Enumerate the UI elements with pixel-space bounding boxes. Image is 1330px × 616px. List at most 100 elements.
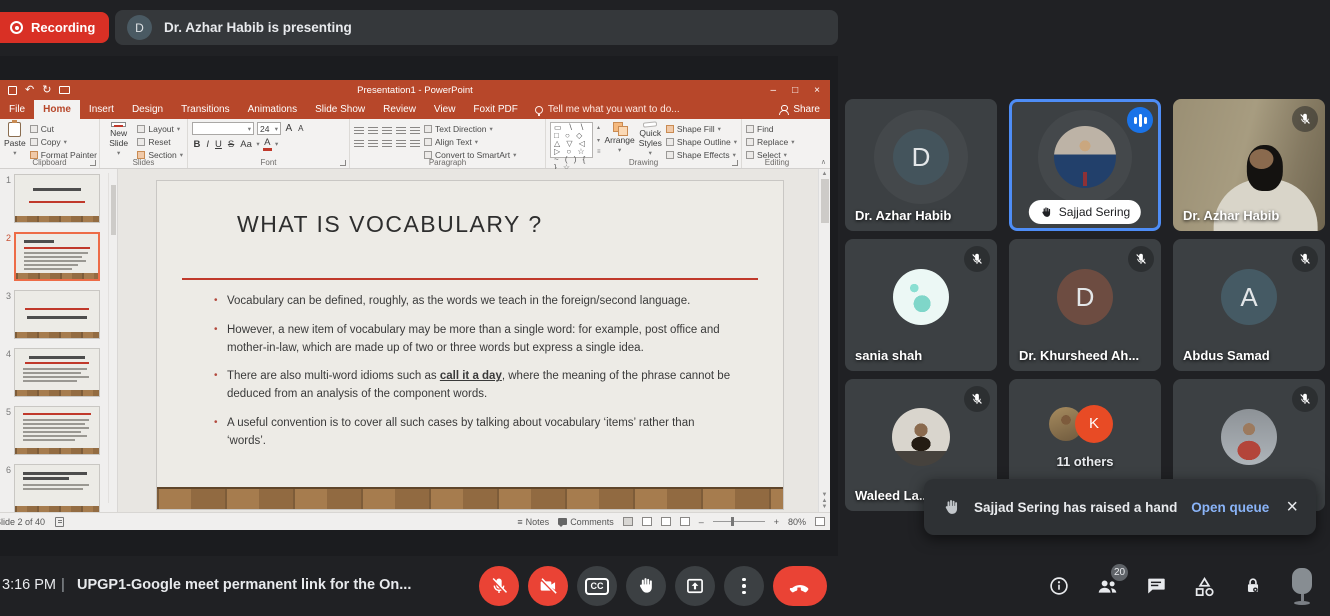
mic-toggle-button[interactable] (479, 566, 519, 606)
reset-button[interactable]: Reset (137, 137, 183, 147)
underline-button[interactable]: U (214, 139, 224, 150)
tab-slideshow[interactable]: Slide Show (306, 100, 374, 119)
slide-thumbnail-6[interactable] (14, 464, 100, 512)
slide-thumbnail-3[interactable] (14, 290, 100, 339)
line-spacing-icon[interactable] (410, 126, 420, 134)
bold-button[interactable]: B (192, 139, 202, 150)
tab-transitions[interactable]: Transitions (172, 100, 239, 119)
grow-font-button[interactable]: A (284, 123, 294, 134)
tile-abdus-samad[interactable]: A Abdus Samad (1173, 239, 1325, 371)
tab-design[interactable]: Design (123, 100, 172, 119)
font-size-select[interactable]: 24▾ (257, 122, 281, 135)
next-slide-icon[interactable]: ▼ (822, 504, 828, 510)
tab-review[interactable]: Review (374, 100, 425, 119)
reading-view-icon[interactable] (661, 517, 671, 526)
shapes-gallery[interactable]: ▭ ∖ ∖ □ ○ ◇ △ ▽ ◁ ▷ ○ ☆ ~ ( ) { } ☆ (550, 122, 593, 158)
align-right-icon[interactable] (382, 139, 392, 147)
restore-icon[interactable]: □ (792, 85, 798, 96)
comments-button[interactable]: Comments (558, 517, 614, 527)
strikethrough-button[interactable]: S (226, 139, 235, 150)
slideshow-view-icon[interactable] (680, 517, 690, 526)
zoom-in-icon[interactable]: + (774, 517, 779, 527)
normal-view-icon[interactable] (623, 517, 633, 526)
share-button[interactable]: Share (768, 100, 830, 119)
justify-icon[interactable] (396, 139, 406, 147)
canvas-scrollbar[interactable]: ▲ ▼ ▲ ▼ (818, 169, 830, 512)
tab-file[interactable]: File (0, 100, 34, 119)
find-button[interactable]: Find (746, 124, 794, 134)
new-slide-button[interactable]: New Slide ▾ (104, 122, 133, 157)
notes-button[interactable]: ≡Notes (517, 517, 549, 527)
tell-me-box[interactable]: Tell me what you want to do... (535, 100, 680, 119)
bullets-icon[interactable] (354, 126, 364, 134)
zoom-slider-thumb[interactable] (731, 517, 735, 526)
host-controls-button[interactable] (1242, 575, 1264, 597)
character-spacing-button[interactable]: Aa (239, 139, 254, 150)
tile-dr-khursheed[interactable]: D Dr. Khursheed Ah... (1009, 239, 1161, 371)
slide-thumbnail-1[interactable] (14, 174, 100, 223)
layout-button[interactable]: Layout▾ (137, 124, 183, 134)
align-left-icon[interactable] (354, 139, 364, 147)
slide-sorter-view-icon[interactable] (642, 517, 652, 526)
align-center-icon[interactable] (368, 139, 378, 147)
activities-button[interactable] (1193, 575, 1216, 598)
current-slide[interactable]: WHAT IS VOCABULARY ? Vocabulary can be d… (157, 181, 783, 509)
tab-animations[interactable]: Animations (239, 100, 306, 119)
save-icon[interactable] (8, 86, 17, 95)
open-queue-button[interactable]: Open queue (1191, 500, 1269, 515)
indent-decrease-icon[interactable] (382, 126, 392, 134)
tab-home[interactable]: Home (34, 100, 80, 119)
paste-button[interactable]: Paste ▾ (4, 122, 26, 157)
shrink-font-button[interactable]: A (297, 124, 305, 133)
tile-dr-azhar-habib[interactable]: D Dr. Azhar Habib (845, 99, 997, 231)
slide-thumbnail-2-selected[interactable] (14, 232, 100, 281)
close-icon[interactable]: × (1286, 497, 1298, 517)
quick-styles-button[interactable]: Quick Styles ▾ (639, 122, 662, 157)
more-options-button[interactable] (724, 566, 764, 606)
captions-button[interactable]: CC (577, 566, 617, 606)
spellcheck-icon[interactable] (55, 517, 64, 527)
indent-increase-icon[interactable] (396, 126, 406, 134)
chat-button[interactable] (1145, 575, 1167, 597)
font-color-button[interactable]: A (263, 138, 272, 151)
collapse-ribbon-icon[interactable]: ∧ (821, 158, 826, 166)
italic-button[interactable]: I (205, 139, 211, 150)
font-name-select[interactable]: ▾ (192, 122, 254, 135)
close-icon[interactable]: × (814, 85, 820, 96)
meeting-details-button[interactable] (1048, 575, 1070, 597)
undo-icon[interactable]: ↶ (25, 85, 34, 96)
participants-button[interactable]: 20 (1096, 575, 1119, 598)
scroll-up-icon[interactable]: ▲ (822, 171, 828, 177)
zoom-out-icon[interactable]: – (699, 517, 704, 527)
text-direction-button[interactable]: Text Direction▾ (424, 124, 516, 134)
fit-to-window-icon[interactable] (815, 517, 825, 526)
zoom-slider[interactable] (713, 521, 765, 523)
minimize-icon[interactable]: – (771, 85, 777, 96)
tab-insert[interactable]: Insert (80, 100, 123, 119)
tile-sania-shah[interactable]: sania shah (845, 239, 997, 371)
align-text-button[interactable]: Align Text▾ (424, 137, 516, 147)
cut-button[interactable]: Cut (30, 124, 97, 134)
thumbnails-scrollbar[interactable] (108, 173, 117, 503)
present-screen-button[interactable] (675, 566, 715, 606)
end-call-button[interactable] (773, 566, 827, 606)
redo-icon[interactable]: ↻ (42, 85, 51, 96)
raise-hand-button[interactable] (626, 566, 666, 606)
tile-sajjad-sering[interactable]: Sajjad Sering (1009, 99, 1161, 231)
replace-button[interactable]: Replace▾ (746, 137, 794, 147)
gallery-scroll[interactable]: ▴▾≡ (597, 122, 601, 157)
shape-outline-button[interactable]: Shape Outline▾ (666, 137, 737, 147)
numbering-icon[interactable] (368, 126, 378, 134)
copy-button[interactable]: Copy▾ (30, 137, 97, 147)
tab-view[interactable]: View (425, 100, 465, 119)
tab-foxit-pdf[interactable]: Foxit PDF (464, 100, 526, 119)
tile-dr-azhar-habib-video[interactable]: Dr. Azhar Habib (1173, 99, 1325, 231)
slide-thumbnail-5[interactable] (14, 406, 100, 455)
scrollbar-thumb[interactable] (821, 179, 829, 223)
arrange-button[interactable]: Arrange ▾ (604, 122, 634, 157)
camera-toggle-button[interactable] (528, 566, 568, 606)
columns-icon[interactable] (410, 139, 420, 147)
shape-fill-button[interactable]: Shape Fill▾ (666, 124, 737, 134)
slide-thumbnail-4[interactable] (14, 348, 100, 397)
start-slideshow-icon[interactable] (59, 86, 70, 94)
